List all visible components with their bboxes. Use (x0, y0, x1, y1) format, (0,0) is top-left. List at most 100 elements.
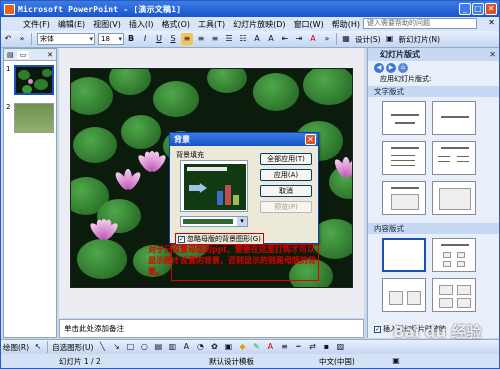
fill-color-select[interactable]: ▾ (180, 216, 248, 227)
align-right-icon[interactable]: ≡ (209, 33, 221, 45)
line-icon[interactable]: ╲ (96, 341, 108, 353)
slide-thumbnail-1[interactable]: 1 (6, 65, 54, 95)
menu-tools[interactable]: 工具(T) (194, 19, 229, 30)
clipart-icon[interactable]: ✿ (208, 341, 220, 353)
vertical-textbox-icon[interactable]: ▥ (166, 341, 178, 353)
toolbar-separator (336, 33, 337, 45)
task-pane-close-icon[interactable]: ✕ (489, 48, 496, 61)
increase-font-icon[interactable]: A (251, 33, 263, 45)
bullets-icon[interactable]: ☷ (237, 33, 249, 45)
apply-button[interactable]: 应用(A) (260, 169, 312, 181)
align-center-icon[interactable]: ≡ (195, 33, 207, 45)
numbering-icon[interactable]: ☰ (223, 33, 235, 45)
select-objects-icon[interactable]: ↖ (32, 341, 44, 353)
background-dialog: 背景 ✕ 背景填充 ▾ 全部应用(T) 应用(A) 取消 预览(P) ✓ 忽略母… (169, 132, 319, 245)
decrease-indent-icon[interactable]: ⇤ (279, 33, 291, 45)
layout-four-content[interactable] (432, 278, 476, 312)
apply-layout-label: 应用幻灯片版式: (380, 75, 432, 83)
layout-content[interactable] (432, 238, 476, 272)
menu-file[interactable]: 文件(F) (19, 19, 54, 30)
slide-number: 2 (6, 103, 11, 111)
shadow-button[interactable]: S (167, 33, 179, 45)
content-layouts-section: 内容版式 (368, 223, 499, 234)
arrow-icon[interactable]: ↘ (110, 341, 122, 353)
forward-icon[interactable]: ▶ (386, 62, 396, 73)
slides-tab-icon[interactable]: ▭ (16, 50, 30, 59)
layout-title-only[interactable] (382, 101, 426, 135)
layout-vertical-text[interactable] (382, 181, 426, 215)
slide-number: 1 (6, 65, 11, 73)
layout-title-content[interactable] (382, 278, 426, 312)
toolbar-options-icon[interactable]: » (16, 33, 28, 45)
design-button[interactable]: 设计(S) (353, 34, 383, 45)
oval-icon[interactable]: ○ (138, 341, 150, 353)
new-slide-icon[interactable]: ▣ (384, 33, 396, 45)
font-color-icon[interactable]: A (264, 341, 276, 353)
new-slide-button[interactable]: 新幻灯片(N) (397, 34, 442, 45)
pane-close-icon[interactable]: ✕ (44, 51, 56, 59)
font-size-select[interactable]: 18 (98, 33, 124, 45)
menu-window[interactable]: 窗口(W) (290, 19, 328, 30)
diagram-icon[interactable]: ◔ (194, 341, 206, 353)
layout-two-columns[interactable] (432, 141, 476, 175)
line-style-icon[interactable]: ≡ (278, 341, 290, 353)
notes-input[interactable]: 单击此处添加备注 (59, 319, 364, 338)
outline-tab-icon[interactable]: ▤ (4, 51, 17, 59)
underline-button[interactable]: U (153, 33, 165, 45)
slides-pane-tabs: ▤ ▭ ✕ (4, 49, 56, 61)
fill-color-icon[interactable]: ◆ (236, 341, 248, 353)
close-button[interactable]: ✕ (485, 3, 497, 15)
undo-icon[interactable]: ↶ (2, 33, 14, 45)
menu-slideshow[interactable]: 幻灯片放映(D) (229, 19, 289, 30)
menu-edit[interactable]: 编辑(E) (54, 19, 89, 30)
3d-style-icon[interactable]: ▧ (334, 341, 346, 353)
spelling-status-icon: ▣ (392, 356, 400, 365)
increase-indent-icon[interactable]: ⇥ (293, 33, 305, 45)
help-search-input[interactable]: 键入需要帮助的问题 (363, 18, 477, 29)
menu-help[interactable]: 帮助(H) (328, 19, 364, 30)
maximize-button[interactable]: □ (472, 3, 484, 15)
autoshapes-button[interactable]: 自选图形(U) (50, 342, 95, 353)
document-close-icon[interactable]: ✕ (488, 18, 495, 27)
lotus-flower (332, 157, 352, 179)
design-icon[interactable]: ▦ (340, 33, 352, 45)
lotus-flower (88, 218, 120, 242)
wordart-icon[interactable]: A (180, 341, 192, 353)
preview-button[interactable]: 预览(P) (260, 201, 312, 213)
slide-thumbnail-2[interactable]: 2 (6, 103, 54, 133)
font-name-select[interactable]: 宋体 (37, 33, 95, 45)
textbox-icon[interactable]: ▤ (152, 341, 164, 353)
slides-pane: ▤ ▭ ✕ 1 2 (3, 48, 57, 338)
arrow-style-icon[interactable]: ⇄ (306, 341, 318, 353)
layout-title-text[interactable] (382, 141, 426, 175)
back-icon[interactable]: ◀ (374, 62, 384, 73)
home-icon[interactable]: ⌂ (398, 62, 408, 73)
slide-counter: 幻灯片 1 / 2 (59, 356, 101, 366)
lotus-flower (113, 169, 143, 192)
decrease-font-icon[interactable]: A (265, 33, 277, 45)
menu-view[interactable]: 视图(V) (89, 19, 125, 30)
layout-title[interactable] (432, 101, 476, 135)
powerpoint-app-icon (4, 3, 15, 15)
draw-menu-button[interactable]: 绘图(R) (1, 342, 31, 353)
content-layouts-grid (368, 234, 499, 312)
align-left-icon[interactable]: ≡ (181, 33, 193, 45)
shadow-style-icon[interactable]: ▪ (320, 341, 332, 353)
cancel-button[interactable]: 取消 (260, 185, 312, 197)
italic-button[interactable]: I (139, 33, 151, 45)
menu-insert[interactable]: 插入(I) (125, 19, 158, 30)
layout-vertical-title-text[interactable] (432, 181, 476, 215)
watermark-logo: Bai du 经验 (393, 323, 482, 341)
menu-format[interactable]: 格式(O) (157, 19, 194, 30)
bold-button[interactable]: B (125, 33, 137, 45)
picture-icon[interactable]: ▣ (222, 341, 234, 353)
font-color-icon[interactable]: A (307, 33, 319, 45)
rectangle-icon[interactable]: □ (124, 341, 136, 353)
apply-all-button[interactable]: 全部应用(T) (260, 153, 312, 165)
dash-style-icon[interactable]: ┅ (292, 341, 304, 353)
minimize-button[interactable]: _ (459, 3, 471, 15)
dialog-close-icon[interactable]: ✕ (305, 134, 316, 145)
toolbar-options-icon[interactable]: » (321, 33, 333, 45)
line-color-icon[interactable]: ✎ (250, 341, 262, 353)
layout-blank[interactable] (382, 238, 426, 272)
